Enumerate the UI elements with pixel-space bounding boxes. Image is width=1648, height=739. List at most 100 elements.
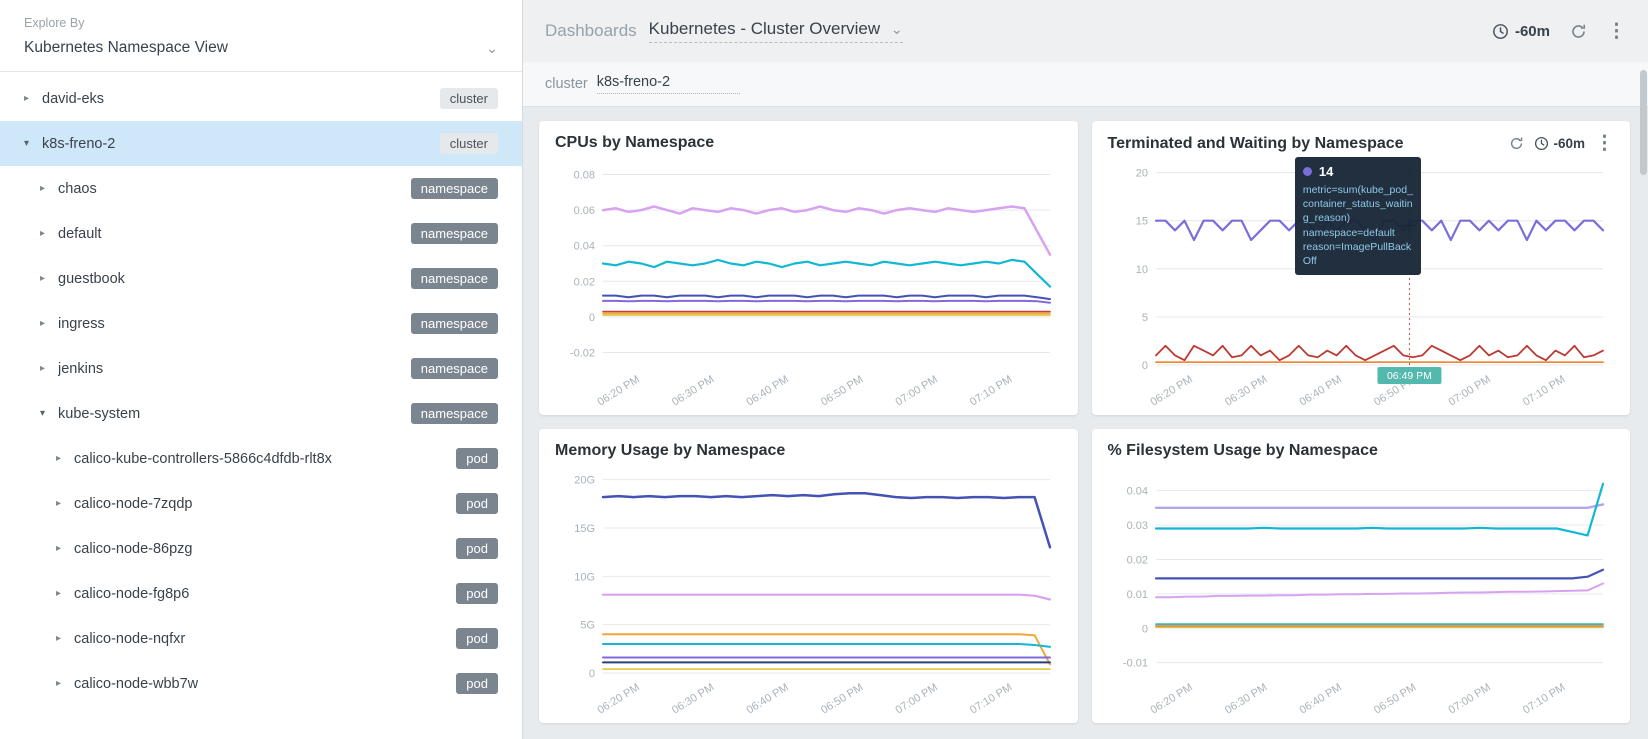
pod-badge: pod	[456, 538, 498, 559]
chevron-right-icon[interactable]: ▸	[56, 678, 74, 689]
tree-row-k8s-freno-2[interactable]: ▾k8s-freno-2cluster	[0, 121, 522, 166]
panel-kebab-menu-button[interactable]: ⋮	[1595, 134, 1614, 153]
chevron-right-icon[interactable]: ▸	[24, 93, 42, 104]
chevron-right-icon[interactable]: ▸	[40, 318, 58, 329]
svg-text:06:50 PM: 06:50 PM	[819, 681, 865, 715]
tooltip-value: 14	[1319, 164, 1333, 179]
svg-text:06:20 PM: 06:20 PM	[596, 373, 642, 407]
svg-text:06:30 PM: 06:30 PM	[1223, 681, 1269, 715]
tooltip-header: 14	[1303, 164, 1413, 179]
scope-value-selector[interactable]: k8s-freno-2	[597, 74, 740, 94]
pod-badge: pod	[456, 493, 498, 514]
svg-text:0: 0	[1141, 623, 1147, 635]
chevron-down-icon[interactable]: ▾	[40, 408, 58, 419]
svg-text:0.08: 0.08	[574, 169, 595, 181]
tree-node-label: calico-node-fg8p6	[74, 586, 189, 602]
dashboards-label: Dashboards	[545, 21, 637, 41]
panel-memory-usage: Memory Usage by Namespace 05G10G15G20G06…	[539, 429, 1078, 723]
chevron-right-icon[interactable]: ▸	[56, 453, 74, 464]
svg-text:07:00 PM: 07:00 PM	[1446, 373, 1492, 407]
chevron-right-icon[interactable]: ▸	[56, 633, 74, 644]
svg-text:07:00 PM: 07:00 PM	[1446, 681, 1492, 715]
svg-text:0.06: 0.06	[574, 205, 595, 217]
chevron-right-icon[interactable]: ▸	[40, 183, 58, 194]
chevron-right-icon[interactable]: ▸	[40, 363, 58, 374]
svg-text:0.01: 0.01	[1126, 589, 1147, 601]
svg-text:0.04: 0.04	[574, 241, 595, 253]
sidebar: Explore By Kubernetes Namespace View ⌄ ▸…	[0, 0, 523, 739]
topbar-actions: -60m ⋮	[1492, 22, 1626, 41]
clock-icon	[1492, 23, 1509, 40]
tooltip-metric-lines: metric=sum(kube_pod_container_status_wai…	[1303, 183, 1413, 268]
tree-row-calico-node-7zqdp[interactable]: ▸calico-node-7zqdppod	[0, 481, 522, 526]
scope-label: cluster	[545, 76, 588, 92]
tree-node-label: jenkins	[58, 361, 103, 377]
panel-refresh-button[interactable]	[1509, 136, 1524, 151]
filesystem-usage-chart[interactable]: -0.0100.010.020.030.0406:20 PM06:30 PM06…	[1108, 460, 1615, 715]
entity-tree: ▸david-ekscluster▾k8s-freno-2cluster▸cha…	[0, 72, 522, 739]
refresh-icon	[1570, 23, 1587, 40]
svg-text:06:20 PM: 06:20 PM	[1148, 681, 1194, 715]
tooltip-line: namespace=default	[1303, 226, 1413, 240]
tree-node-label: david-eks	[42, 91, 104, 107]
tree-row-jenkins[interactable]: ▸jenkins namespace	[0, 346, 522, 391]
svg-text:0: 0	[589, 312, 595, 324]
svg-text:0.03: 0.03	[1126, 520, 1147, 532]
terminated-waiting-chart[interactable]: 0510152006:20 PM06:30 PM06:40 PM06:50 PM…	[1108, 153, 1615, 407]
tree-row-david-eks[interactable]: ▸david-eks cluster	[0, 76, 522, 121]
svg-text:0: 0	[1141, 360, 1147, 372]
namespace-badge: namespace	[411, 358, 498, 379]
panel-terminated-and-waiting: Terminated and Waiting by Namespace -60m…	[1092, 121, 1631, 415]
svg-text:15: 15	[1135, 216, 1147, 228]
svg-text:07:10 PM: 07:10 PM	[968, 681, 1014, 715]
chevron-down-icon: ⌄	[486, 43, 498, 53]
dashboard-selector[interactable]: Kubernetes - Cluster Overview ⌄	[649, 19, 903, 43]
svg-text:06:30 PM: 06:30 PM	[670, 681, 716, 715]
chevron-right-icon[interactable]: ▸	[40, 273, 58, 284]
svg-text:06:40 PM: 06:40 PM	[1297, 373, 1343, 407]
tree-node-label: calico-node-wbb7w	[74, 676, 198, 692]
tree-row-calico-node-nqfxr[interactable]: ▸calico-node-nqfxrpod	[0, 616, 522, 661]
tree-row-default[interactable]: ▸defaultnamespace	[0, 211, 522, 256]
dashboard-selector-value: Kubernetes - Cluster Overview	[649, 19, 880, 38]
refresh-icon	[1509, 136, 1524, 151]
cluster-badge: cluster	[440, 88, 498, 109]
svg-text:06:40 PM: 06:40 PM	[745, 681, 791, 715]
chevron-right-icon[interactable]: ▸	[56, 543, 74, 554]
view-selector-label: Kubernetes Namespace View	[24, 39, 228, 57]
clock-icon	[1534, 136, 1549, 151]
tree-row-kube-system[interactable]: ▾kube-systemnamespace	[0, 391, 522, 436]
tree-row-ingress[interactable]: ▸ingressnamespace	[0, 301, 522, 346]
panel-cpus-by-namespace: CPUs by Namespace -0.0200.020.040.060.08…	[539, 121, 1078, 415]
tree-row-calico-node-wbb7w[interactable]: ▸calico-node-wbb7w pod	[0, 661, 522, 706]
chevron-down-icon[interactable]: ▾	[24, 138, 42, 149]
pod-badge: pod	[456, 628, 498, 649]
svg-text:-0.02: -0.02	[570, 348, 595, 360]
cpus-chart[interactable]: -0.0200.020.040.060.0806:20 PM06:30 PM06…	[555, 152, 1062, 407]
refresh-button[interactable]	[1570, 23, 1587, 40]
scrollbar-thumb[interactable]	[1640, 70, 1647, 175]
tree-node-label: calico-node-86pzg	[74, 541, 193, 557]
tree-row-calico-node-fg8p6[interactable]: ▸calico-node-fg8p6pod	[0, 571, 522, 616]
svg-text:0.02: 0.02	[1126, 554, 1147, 566]
chevron-right-icon[interactable]: ▸	[56, 588, 74, 599]
tree-row-calico-node-86pzg[interactable]: ▸calico-node-86pzg pod	[0, 526, 522, 571]
svg-text:07:10 PM: 07:10 PM	[1521, 373, 1567, 407]
view-selector-dropdown[interactable]: Kubernetes Namespace View ⌄	[24, 39, 498, 57]
chevron-right-icon[interactable]: ▸	[56, 498, 74, 509]
panel-time-range-button[interactable]: -60m	[1534, 136, 1585, 151]
tree-row-guestbook[interactable]: ▸guestbooknamespace	[0, 256, 522, 301]
svg-text:15G: 15G	[574, 523, 595, 535]
tree-row-chaos[interactable]: ▸chaosnamespace	[0, 166, 522, 211]
vertical-scrollbar[interactable]	[1640, 64, 1647, 735]
tree-row-calico-kube-controllers-5866c4dfdb-rlt8x[interactable]: ▸calico-kube-controllers-5866c4dfdb-rlt8…	[0, 436, 522, 481]
tree-node-label: kube-system	[58, 406, 140, 422]
svg-text:10: 10	[1135, 264, 1147, 276]
time-range-button[interactable]: -60m	[1492, 23, 1550, 40]
pod-badge: pod	[456, 673, 498, 694]
svg-text:06:20 PM: 06:20 PM	[596, 681, 642, 715]
memory-usage-chart[interactable]: 05G10G15G20G06:20 PM06:30 PM06:40 PM06:5…	[555, 460, 1062, 715]
kebab-menu-button[interactable]: ⋮	[1607, 22, 1626, 41]
svg-text:0.04: 0.04	[1126, 486, 1147, 498]
chevron-right-icon[interactable]: ▸	[40, 228, 58, 239]
